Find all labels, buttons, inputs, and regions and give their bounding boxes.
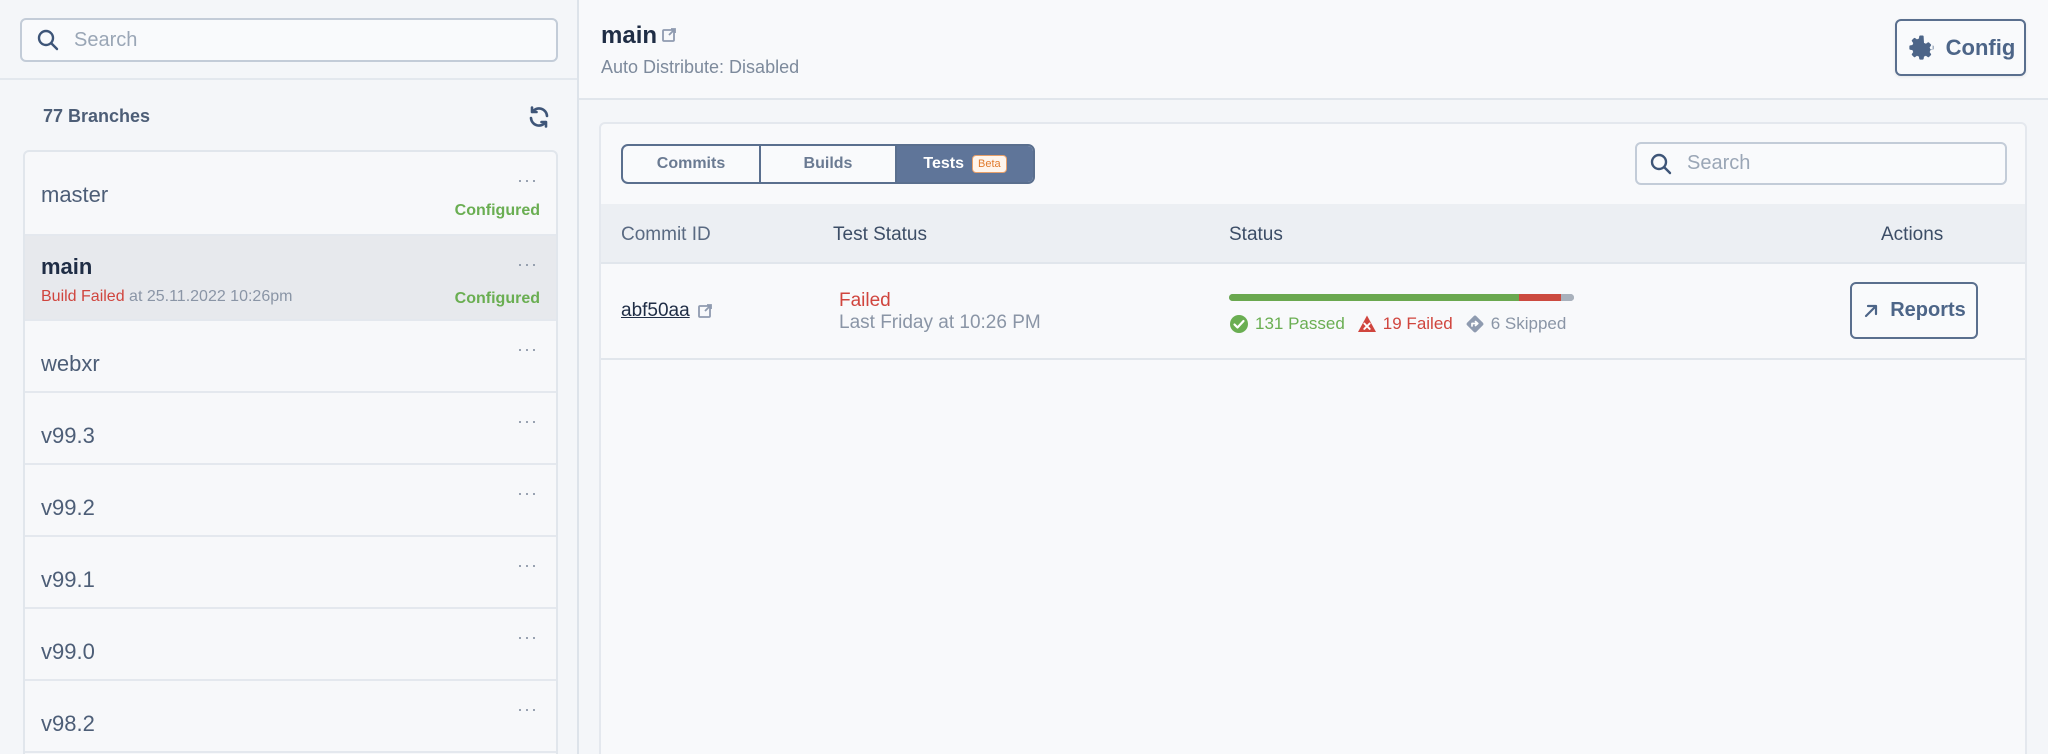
- tab-tests-label: Tests: [923, 155, 964, 172]
- sidebar-divider: [0, 78, 577, 80]
- column-actions: Actions: [1881, 224, 1944, 245]
- skipped-label: 6 Skipped: [1490, 314, 1567, 333]
- branch-item-main[interactable]: main Build Failed at 25.11.2022 10:26pm …: [25, 236, 556, 321]
- tab-builds[interactable]: Builds: [761, 146, 897, 182]
- arrow-up-right-icon: [1865, 304, 1878, 317]
- progress-skipped: [1560, 294, 1574, 301]
- external-link-icon[interactable]: [661, 27, 677, 43]
- table-header: Commit ID Test Status Status Actions: [601, 204, 2025, 264]
- gear-icon: [1909, 34, 1934, 60]
- branch-name: v98.2: [41, 711, 95, 736]
- beta-badge: Beta: [971, 155, 1007, 173]
- test-summary: 131 Passed 19 Failed 6 Skipped: [1229, 314, 1578, 334]
- branch-search-input[interactable]: [74, 28, 556, 52]
- passed-label: 131 Passed: [1255, 314, 1345, 333]
- branch-name: main: [41, 254, 93, 279]
- passed-count: 131 Passed: [1229, 314, 1345, 334]
- sidebar: 77 Branches master ··· Configured main B…: [0, 0, 579, 754]
- build-status: Build Failed at 25.11.2022 10:26pm: [41, 288, 292, 306]
- tests-search-input[interactable]: [1687, 152, 2005, 175]
- skip-diamond-icon: [1466, 315, 1484, 333]
- external-link-icon[interactable]: [697, 303, 713, 319]
- search-icon: [1650, 153, 1672, 174]
- branch-name: master: [41, 182, 109, 207]
- branch-name: v99.0: [41, 639, 95, 664]
- reports-label: Reports: [1890, 299, 1966, 321]
- config-label: Config: [1945, 34, 2016, 60]
- page-header: main Auto Distribute: Disabled Config: [579, 0, 2048, 100]
- branch-name: v99.1: [41, 567, 95, 592]
- column-commit-id: Commit ID: [621, 224, 711, 245]
- branch-item-v98-2[interactable]: v98.2 ···: [25, 681, 556, 753]
- config-button[interactable]: Config: [1895, 19, 2026, 76]
- failed-label: 19 Failed: [1382, 314, 1453, 333]
- search-icon: [37, 29, 59, 51]
- branch-name: webxr: [41, 351, 100, 376]
- tests-search[interactable]: [1635, 142, 2007, 185]
- branch-item-master[interactable]: master ··· Configured: [25, 152, 556, 236]
- column-test-status: Test Status: [833, 224, 927, 245]
- branch-item-v99-3[interactable]: v99.3 ···: [25, 393, 556, 465]
- more-options-icon[interactable]: ···: [517, 170, 538, 191]
- branch-item-webxr[interactable]: webxr ···: [25, 321, 556, 393]
- branch-name: v99.2: [41, 495, 95, 520]
- build-time: at 25.11.2022 10:26pm: [124, 288, 293, 305]
- configured-badge: Configured: [454, 290, 540, 307]
- commit-id-link[interactable]: abf50aa: [621, 300, 690, 322]
- configured-badge: Configured: [454, 202, 540, 219]
- view-tabs: Commits Builds Tests Beta: [621, 144, 1035, 184]
- branch-item-v99-2[interactable]: v99.2 ···: [25, 465, 556, 537]
- column-status: Status: [1229, 224, 1283, 245]
- progress-failed: [1518, 294, 1561, 301]
- more-options-icon[interactable]: ···: [517, 699, 538, 720]
- reports-button[interactable]: Reports: [1850, 282, 1978, 339]
- more-options-icon[interactable]: ···: [517, 411, 538, 432]
- branch-item-v99-1[interactable]: v99.1 ···: [25, 537, 556, 609]
- test-time: Last Friday at 10:26 PM: [839, 312, 1041, 333]
- refresh-icon[interactable]: [527, 105, 551, 129]
- page-title: main: [601, 22, 658, 49]
- test-progress-bar: [1229, 294, 1574, 301]
- build-failed-label: Build Failed: [41, 288, 125, 305]
- tests-card: Commits Builds Tests Beta Commit ID Test…: [599, 122, 2027, 754]
- branch-count: 77 Branches: [43, 106, 151, 126]
- warning-x-icon: [1357, 315, 1376, 332]
- table-row: abf50aa Failed Last Friday at 10:26 PM 1…: [601, 264, 2025, 360]
- test-status: Failed: [839, 290, 891, 311]
- skipped-count: 6 Skipped: [1465, 314, 1567, 334]
- failed-count: 19 Failed: [1357, 314, 1453, 334]
- progress-passed: [1229, 294, 1519, 301]
- more-options-icon[interactable]: ···: [517, 555, 538, 576]
- check-circle-icon: [1230, 315, 1248, 333]
- more-options-icon[interactable]: ···: [517, 483, 538, 504]
- tab-commits[interactable]: Commits: [623, 146, 761, 182]
- more-options-icon[interactable]: ···: [517, 254, 538, 275]
- tab-tests[interactable]: Tests Beta: [897, 146, 1033, 182]
- more-options-icon[interactable]: ···: [517, 627, 538, 648]
- branch-item-v99-0[interactable]: v99.0 ···: [25, 609, 556, 681]
- branch-name: v99.3: [41, 423, 95, 448]
- branch-list: master ··· Configured main Build Failed …: [23, 150, 558, 754]
- auto-distribute-status: Auto Distribute: Disabled: [601, 57, 800, 77]
- branch-search[interactable]: [20, 18, 558, 62]
- more-options-icon[interactable]: ···: [517, 339, 538, 360]
